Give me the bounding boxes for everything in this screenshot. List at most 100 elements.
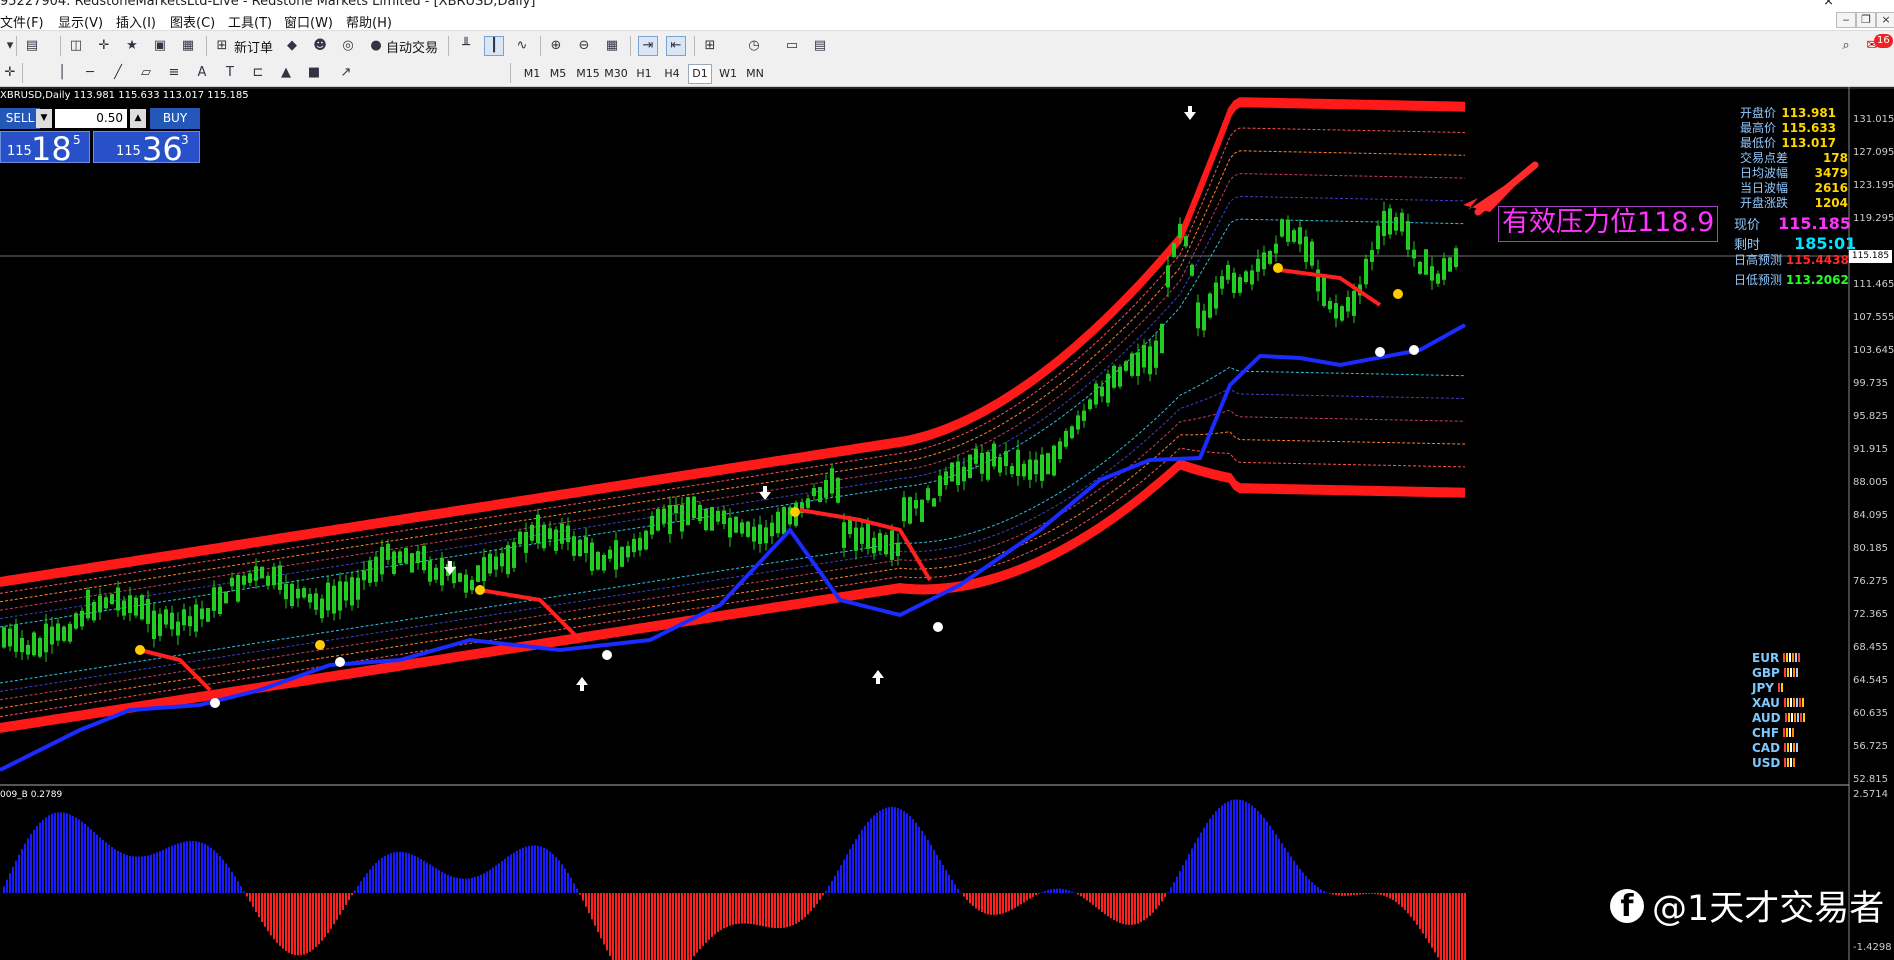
histogram-bar-negative [609,893,611,956]
histogram-bar-negative [1086,893,1088,901]
histogram-bar-positive [465,878,467,893]
tf-M30[interactable]: M30 [602,64,630,84]
price-tick-label: 52.815 [1853,774,1888,785]
tf-MN[interactable]: MN [742,64,768,84]
auto-scroll-icon[interactable]: ⇥ [638,36,658,56]
candle-body [950,462,954,482]
candle-body [8,628,12,647]
zoom-out-icon[interactable]: ⊖ [574,36,594,56]
minimize-icon[interactable]: ‒ [1836,12,1856,28]
lot-size-input[interactable]: 0.50 [55,109,127,128]
histogram-bar-positive [924,835,926,893]
market-watch-icon[interactable]: ◫ [66,36,86,56]
new-order-button[interactable]: 新订单 [234,37,273,56]
histogram-bar-positive [201,842,203,893]
lower-inner-band [0,366,1466,684]
histogram-bar-positive [894,807,896,893]
fibonacci-icon[interactable]: ≡ [164,63,184,83]
bid-quote[interactable]: 115 18 5 [0,130,90,168]
menu-tools[interactable]: 工具(T) [228,12,272,31]
histogram-bar-positive [897,808,899,893]
bar-chart-icon[interactable]: ╨ [456,36,476,56]
histogram-bar-negative [1083,893,1085,899]
menu-insert[interactable]: 插入(I) [116,12,156,31]
new-chart-icon[interactable]: ▤ [22,36,42,56]
data-window-icon[interactable]: ✛ [94,36,114,56]
templates-icon[interactable]: ▭ [782,36,802,56]
histogram-bar-negative [312,893,314,950]
histogram-bar-negative [660,893,662,960]
menu-window[interactable]: 窗口(W) [284,12,333,31]
candle-body [518,531,522,545]
histogram-bar-positive [192,840,194,893]
histogram-bar-negative [618,893,620,960]
menu-help[interactable]: 帮助(H) [346,12,392,31]
histogram-bar-negative [585,893,587,907]
arrows-icon[interactable]: ↗ [336,63,356,83]
histogram-bar-negative [963,893,965,897]
histogram-bar-positive [234,876,236,893]
zoom-in-icon[interactable]: ⊕ [546,36,566,56]
histogram-bar-negative [1455,893,1457,960]
candle-body [1208,293,1212,318]
histogram-bar-positive [1311,882,1313,893]
buy-button[interactable]: BUY [150,108,200,129]
new-order-icon[interactable]: ⊞ [212,36,232,56]
menu-view[interactable]: 显示(V) [58,12,103,31]
tf-M15[interactable]: M15 [574,64,602,84]
gann-icon[interactable]: ⊏ [248,63,268,83]
window-close-icon[interactable]: × [1823,0,1834,9]
lot-increase-icon[interactable]: ▲ [130,109,146,128]
rectangle-icon[interactable]: ■ [304,63,324,83]
trendline-icon[interactable]: ╱ [108,63,128,83]
histogram-bar-negative [801,893,803,920]
strategy-tester-icon[interactable]: ▦ [178,36,198,56]
search-icon[interactable]: ⌕ [1836,36,1856,56]
chart-shift-icon[interactable]: ⇤ [666,36,686,56]
channel-icon[interactable]: ▱ [136,63,156,83]
tf-H1[interactable]: H1 [632,64,656,84]
triangle-icon[interactable]: ▲ [276,63,296,83]
text-label-icon[interactable]: T [220,63,240,83]
tf-W1[interactable]: W1 [716,64,740,84]
vertical-line-icon[interactable]: │ [52,63,72,83]
signals-icon[interactable]: ☻ [310,36,330,56]
close-child-icon[interactable]: × [1876,12,1894,28]
ask-quote[interactable]: 115 36 3 [93,130,200,168]
tf-M1[interactable]: M1 [520,64,544,84]
candlestick-icon[interactable]: ┃ [484,36,504,56]
histogram-bar-positive [387,854,389,893]
line-chart-icon[interactable]: ∿ [512,36,532,56]
periods-icon[interactable]: ◷ [744,36,764,56]
tf-M5[interactable]: M5 [546,64,570,84]
indicators-icon[interactable]: ⊞ [700,36,720,56]
horizontal-line-icon[interactable]: ─ [80,63,100,83]
restore-icon[interactable]: ❐ [1856,12,1876,28]
histogram-bar-negative [627,893,629,960]
histogram-bar-positive [417,857,419,893]
sell-button[interactable]: SELL [0,108,40,129]
text-icon[interactable]: A [192,63,212,83]
terminal-icon[interactable]: ▣ [150,36,170,56]
meta-editor-icon[interactable]: ◆ [282,36,302,56]
tile-windows-icon[interactable]: ▦ [602,36,622,56]
tf-D1[interactable]: D1 [688,64,712,84]
histogram-bar-positive [231,871,233,893]
histogram-bar-positive [1320,889,1322,893]
lot-decrease-icon[interactable]: ▼ [36,109,52,128]
menu-chart[interactable]: 图表(C) [170,12,215,31]
histogram-bar-negative [984,893,986,914]
candle-body [1250,270,1254,285]
auto-trading-button[interactable]: 自动交易 [386,37,438,56]
histogram-bar-positive [129,855,131,893]
crosshair-icon[interactable]: ✛ [0,63,20,83]
menu-file[interactable]: 文件(F) [0,12,44,31]
tf-H4[interactable]: H4 [660,64,684,84]
histogram-bar-positive [219,856,221,893]
navigator-icon[interactable]: ★ [122,36,142,56]
market-icon[interactable]: ◎ [338,36,358,56]
templates-dropdown-icon[interactable]: ▤ [810,36,830,56]
envelope-bands [0,97,1466,733]
profiles-icon[interactable]: ▾ [0,36,20,56]
auto-trading-icon[interactable]: ● [366,36,386,56]
